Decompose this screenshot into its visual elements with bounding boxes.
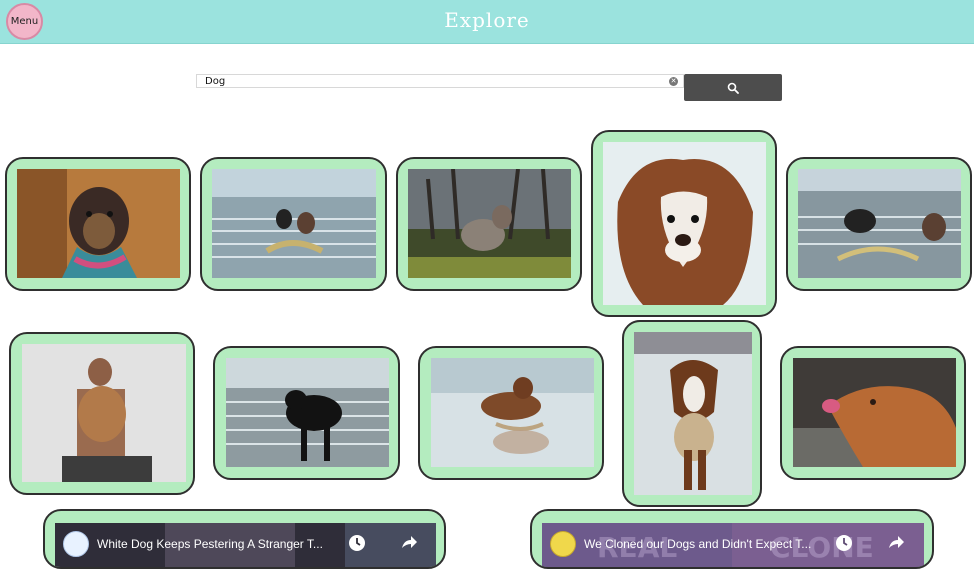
video-card[interactable]: REAL CLONE We Cloned our Dogs and Didn't… bbox=[530, 509, 934, 569]
dog-photo bbox=[226, 358, 389, 467]
image-card[interactable] bbox=[780, 346, 966, 480]
dog-photo bbox=[431, 358, 594, 467]
image-card[interactable] bbox=[9, 332, 195, 495]
image-card[interactable] bbox=[213, 346, 400, 480]
image-card[interactable] bbox=[200, 157, 387, 291]
clear-icon[interactable]: ✕ bbox=[669, 77, 678, 86]
video-title: We Cloned our Dogs and Didn't Expect T..… bbox=[584, 537, 812, 551]
search-input[interactable] bbox=[197, 75, 667, 87]
dog-photo bbox=[798, 169, 961, 278]
search-box: ✕ bbox=[196, 74, 684, 88]
dog-photo bbox=[634, 332, 752, 495]
video-card[interactable]: White Dog Keeps Pestering A Stranger T..… bbox=[43, 509, 446, 569]
video-thumbnail[interactable]: REAL CLONE We Cloned our Dogs and Didn't… bbox=[542, 523, 924, 567]
image-card[interactable] bbox=[622, 320, 762, 507]
channel-avatar bbox=[63, 531, 89, 557]
dog-photo bbox=[22, 344, 186, 482]
dog-photo bbox=[212, 169, 376, 278]
dog-photo bbox=[408, 169, 571, 278]
image-card[interactable] bbox=[396, 157, 582, 291]
video-title: White Dog Keeps Pestering A Stranger T..… bbox=[97, 537, 323, 551]
dog-photo bbox=[17, 169, 180, 278]
search-icon bbox=[727, 82, 739, 94]
clock-icon[interactable] bbox=[835, 534, 853, 552]
clock-icon[interactable] bbox=[348, 534, 366, 552]
page-title: Explore bbox=[444, 8, 530, 32]
share-icon[interactable] bbox=[886, 533, 906, 553]
image-card[interactable] bbox=[418, 346, 604, 480]
image-card[interactable] bbox=[5, 157, 191, 291]
image-card[interactable] bbox=[786, 157, 972, 291]
share-icon[interactable] bbox=[399, 533, 419, 553]
dog-photo bbox=[603, 142, 766, 305]
search-button[interactable] bbox=[684, 74, 782, 101]
dog-photo bbox=[793, 358, 956, 467]
top-bar: Menu Explore bbox=[0, 0, 974, 44]
video-thumbnail[interactable]: White Dog Keeps Pestering A Stranger T..… bbox=[55, 523, 436, 567]
channel-avatar bbox=[550, 531, 576, 557]
image-card[interactable] bbox=[591, 130, 777, 317]
